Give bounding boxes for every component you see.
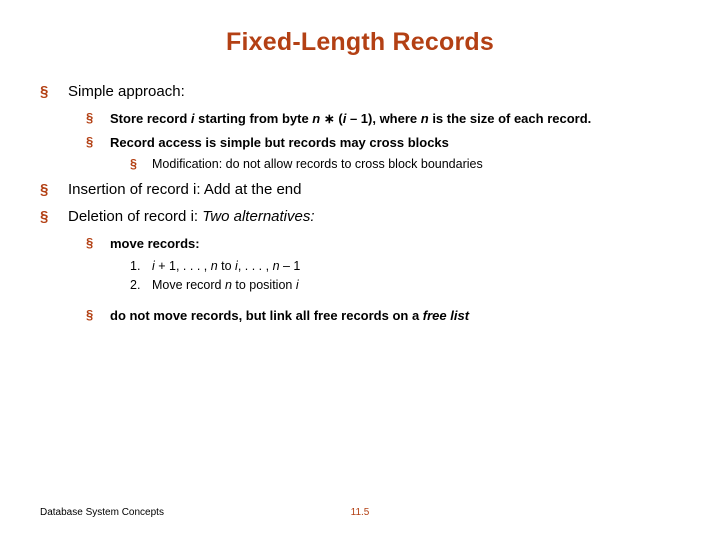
t: , . . . ,	[238, 259, 273, 273]
bullet-store-record: § Store record i starting from byte n ∗ …	[86, 110, 680, 128]
t-freelist: free list	[423, 308, 469, 323]
alt-2: 2. Move record n to position i	[130, 278, 680, 292]
spacer	[40, 297, 680, 301]
bullet-modification: § Modification: do not allow records to …	[130, 157, 680, 171]
bullet-record-access: § Record access is simple but records ma…	[86, 134, 680, 152]
slide: Fixed-Length Records § Simple approach: …	[0, 0, 720, 540]
slide-title: Fixed-Length Records	[40, 28, 680, 57]
t: to	[218, 259, 235, 273]
var-n: n	[211, 259, 218, 273]
bullet-deletion: § Deletion of record i: Two alternatives…	[40, 208, 680, 225]
text-move-records: move records:	[110, 235, 680, 253]
square-bullet-icon: §	[86, 110, 110, 128]
num-1: 1.	[130, 259, 152, 273]
t: – 1	[280, 259, 301, 273]
square-bullet-icon: §	[86, 134, 110, 152]
alt-1: 1. i + 1, . . . , n to i, . . . , n – 1	[130, 259, 680, 273]
var-n: n	[421, 111, 429, 126]
text-simple-approach: Simple approach:	[68, 83, 680, 100]
text-alt1: i + 1, . . . , n to i, . . . , n – 1	[152, 259, 680, 273]
t: Move record	[152, 278, 225, 292]
var-n: n	[273, 259, 280, 273]
square-bullet-icon: §	[86, 307, 110, 325]
t: Two alternatives:	[198, 208, 314, 225]
text-store-record: Store record i starting from byte n ∗ (i…	[110, 110, 680, 128]
square-bullet-icon: §	[40, 208, 68, 225]
text-do-not-move: do not move records, but link all free r…	[110, 307, 680, 325]
footer-page-number: 11.5	[0, 507, 720, 518]
t: do not move records, but link all free r…	[110, 308, 423, 323]
square-bullet-icon: §	[40, 83, 68, 100]
t: Store record	[110, 111, 191, 126]
text-alt2: Move record n to position i	[152, 278, 680, 292]
square-bullet-icon: §	[40, 181, 68, 198]
var-n: n	[225, 278, 232, 292]
text-insertion: Insertion of record i: Add at the end	[68, 181, 680, 198]
t: – 1), where	[346, 111, 420, 126]
t: + 1, . . . ,	[155, 259, 211, 273]
t: is the size of each record.	[429, 111, 592, 126]
square-bullet-icon: §	[130, 157, 152, 171]
bullet-do-not-move: § do not move records, but link all free…	[86, 307, 680, 325]
text-deletion: Deletion of record i: Two alternatives:	[68, 208, 680, 225]
t: Deletion of record i:	[68, 208, 198, 225]
t: starting from byte	[198, 111, 312, 126]
text-record-access: Record access is simple but records may …	[110, 134, 680, 152]
bullet-move-records: § move records:	[86, 235, 680, 253]
text-modification: Modification: do not allow records to cr…	[152, 157, 680, 171]
square-bullet-icon: §	[86, 235, 110, 253]
num-2: 2.	[130, 278, 152, 292]
var-i: i	[296, 278, 299, 292]
t: ∗	[320, 111, 338, 126]
bullet-simple-approach: § Simple approach:	[40, 83, 680, 100]
t: to position	[232, 278, 296, 292]
bullet-insertion: § Insertion of record i: Add at the end	[40, 181, 680, 198]
